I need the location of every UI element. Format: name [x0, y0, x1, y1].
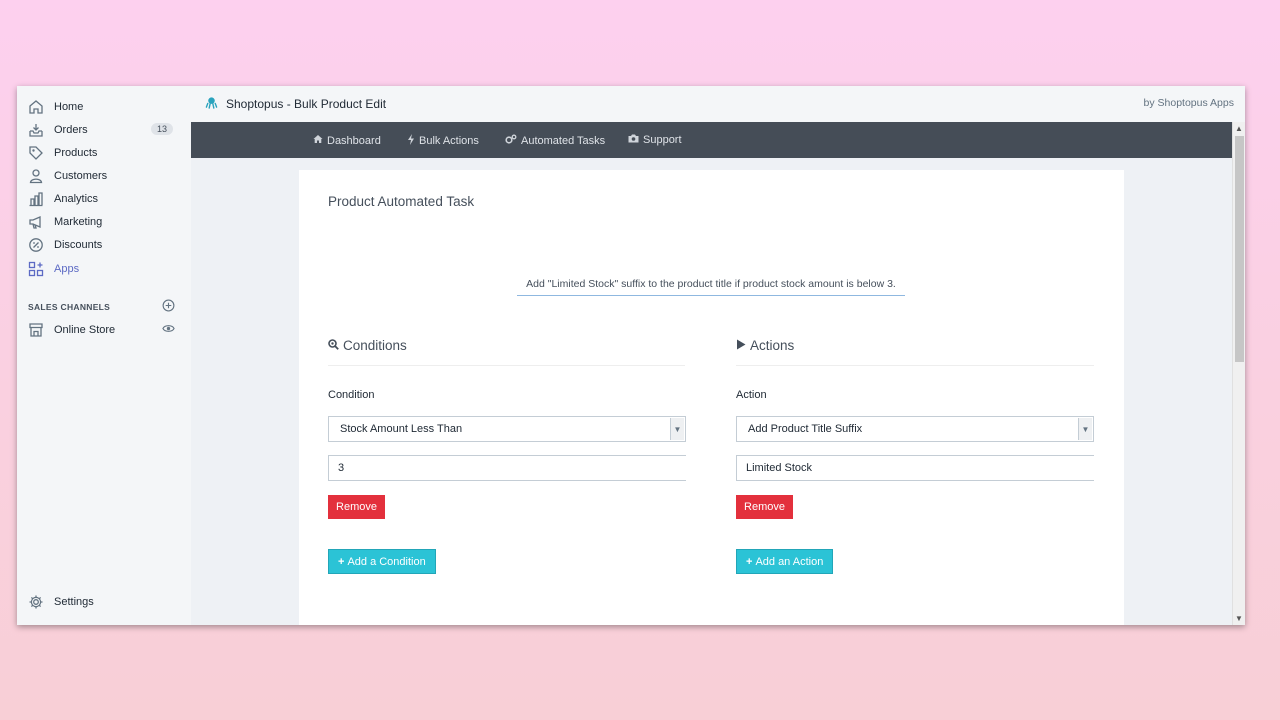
main-content: Product Automated Task Add "Limited Stoc… [191, 158, 1232, 625]
menu-label: Bulk Actions [419, 135, 479, 147]
actions-heading-text: Actions [750, 338, 795, 353]
app-header: Shoptopus - Bulk Product Edit by Shoptop… [191, 86, 1245, 122]
condition-select-value: Stock Amount Less Than [340, 423, 463, 435]
orders-count-badge: 13 [150, 123, 173, 135]
tag-icon [27, 144, 45, 162]
conditions-heading: Conditions [328, 338, 407, 353]
remove-action-button[interactable]: Remove [736, 495, 793, 519]
sidebar: Home Orders 13 Products Customers Analyt… [17, 86, 191, 625]
action-value-input[interactable]: Limited Stock [736, 455, 1094, 481]
sidebar-item-label: Analytics [54, 193, 99, 205]
sidebar-item-marketing[interactable]: Marketing [27, 212, 177, 232]
sidebar-item-home[interactable]: Home [27, 97, 177, 117]
menu-label: Support [643, 134, 682, 146]
view-store-eye-icon[interactable] [162, 322, 175, 340]
sidebar-item-orders[interactable]: Orders 13 [27, 120, 177, 140]
megaphone-icon [27, 213, 45, 231]
sidebar-item-label: Customers [54, 170, 108, 182]
app-vendor: by Shoptopus Apps [1143, 97, 1235, 109]
sidebar-item-label: Apps [54, 263, 80, 275]
sidebar-item-settings[interactable]: Settings [27, 592, 177, 612]
sidebar-item-online-store[interactable]: Online Store [27, 320, 177, 340]
sidebar-item-label: Settings [54, 596, 94, 608]
orders-icon [27, 121, 45, 139]
conditions-heading-text: Conditions [343, 338, 407, 353]
remove-condition-button[interactable]: Remove [328, 495, 385, 519]
add-condition-button[interactable]: + Add a Condition [328, 549, 436, 574]
add-condition-label: Add a Condition [347, 555, 426, 568]
scrollbar-thumb[interactable] [1235, 136, 1244, 362]
bar-chart-icon [27, 190, 45, 208]
add-action-label: Add an Action [755, 555, 824, 568]
home-icon [313, 134, 323, 147]
scroll-up-arrow-icon[interactable]: ▲ [1235, 124, 1243, 133]
play-icon [736, 339, 746, 353]
sidebar-item-apps[interactable]: Apps [27, 259, 177, 279]
action-select-value: Add Product Title Suffix [748, 423, 863, 435]
menu-bulk-actions[interactable]: Bulk Actions [407, 134, 479, 148]
condition-label: Condition [328, 389, 375, 401]
add-action-button[interactable]: + Add an Action [736, 549, 834, 574]
store-icon [27, 321, 45, 339]
condition-select[interactable]: Stock Amount Less Than ▼ [328, 416, 686, 442]
plus-icon: + [338, 555, 345, 568]
task-card: Product Automated Task Add "Limited Stoc… [299, 170, 1124, 625]
sidebar-item-label: Orders [54, 124, 88, 136]
sidebar-item-customers[interactable]: Customers [27, 166, 177, 186]
page-title: Product Automated Task [328, 194, 475, 209]
sidebar-item-label: Discounts [54, 239, 103, 251]
condition-value-input[interactable]: 3 [328, 455, 686, 481]
menu-dashboard[interactable]: Dashboard [313, 134, 381, 147]
divider [736, 365, 1094, 366]
sidebar-item-label: Online Store [54, 324, 116, 336]
sidebar-item-label: Home [54, 101, 84, 113]
search-cog-icon [328, 338, 339, 353]
lightning-icon [407, 134, 415, 148]
add-sales-channel-icon[interactable] [162, 299, 175, 317]
app-window: Home Orders 13 Products Customers Analyt… [17, 86, 1245, 625]
menu-automated-tasks[interactable]: Automated Tasks [505, 134, 605, 147]
sidebar-item-label: Products [54, 147, 98, 159]
cogs-icon [505, 134, 517, 147]
discount-icon [27, 236, 45, 254]
chevron-down-icon: ▼ [670, 418, 684, 440]
plus-icon: + [746, 555, 753, 568]
gear-icon [27, 593, 45, 611]
actions-heading: Actions [736, 338, 794, 353]
chevron-down-icon: ▼ [1078, 418, 1092, 440]
divider [328, 365, 685, 366]
sidebar-item-products[interactable]: Products [27, 143, 177, 163]
scroll-down-arrow-icon[interactable]: ▼ [1235, 614, 1243, 623]
menu-label: Automated Tasks [521, 134, 606, 147]
camera-icon [628, 134, 639, 146]
menu-support[interactable]: Support [628, 134, 682, 146]
action-label: Action [736, 389, 767, 401]
task-description[interactable]: Add "Limited Stock" suffix to the produc… [517, 278, 905, 296]
scrollbar[interactable]: ▲ ▼ [1232, 122, 1245, 625]
sidebar-item-analytics[interactable]: Analytics [27, 189, 177, 209]
app-title: Shoptopus - Bulk Product Edit [205, 96, 386, 112]
app-menu-bar: Dashboard Bulk Actions Automated Tasks S… [191, 122, 1232, 158]
person-icon [27, 167, 45, 185]
apps-icon [27, 260, 45, 278]
menu-label: Dashboard [327, 134, 381, 147]
sidebar-item-discounts[interactable]: Discounts [27, 235, 177, 255]
sales-channels-heading: SALES CHANNELS [28, 302, 111, 312]
octopus-logo-icon [205, 96, 218, 112]
action-select[interactable]: Add Product Title Suffix ▼ [736, 416, 1094, 442]
app-title-text: Shoptopus - Bulk Product Edit [226, 97, 387, 111]
sidebar-item-label: Marketing [54, 216, 103, 228]
home-icon [27, 98, 45, 116]
